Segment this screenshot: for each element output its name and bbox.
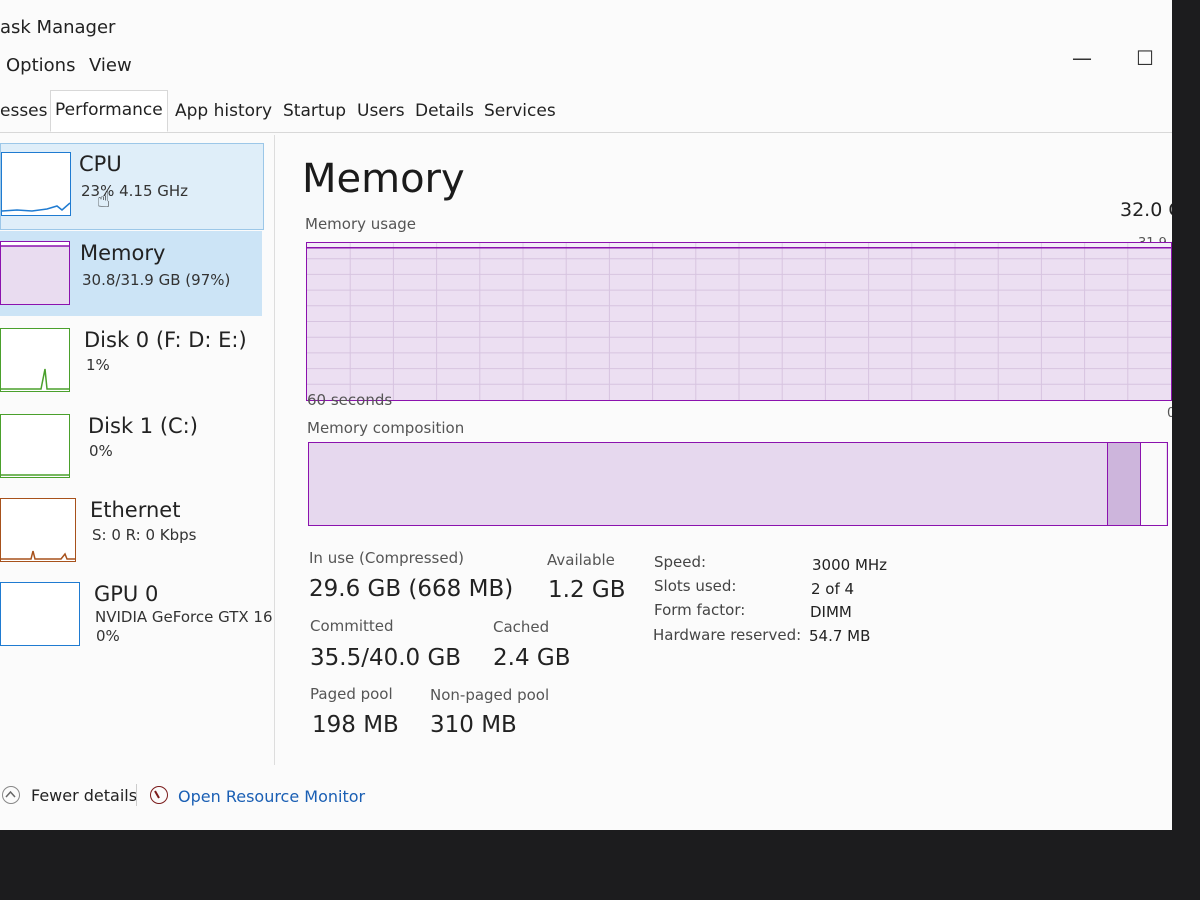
task-manager-window: ask Manager — ☐ Options View esses Perfo…: [0, 0, 1172, 830]
memory-usage-area: [307, 247, 1171, 400]
cpu-thumbnail-graph: [1, 152, 71, 216]
chevron-up-icon[interactable]: [2, 786, 20, 804]
gpu-thumbnail-graph: [0, 582, 80, 646]
sidebar-item-value: S: 0 R: 0 Kbps: [92, 526, 197, 544]
composition-in-use-segment[interactable]: [309, 443, 1107, 525]
minimize-button[interactable]: —: [1072, 46, 1092, 70]
cached-label: Cached: [493, 618, 550, 636]
ethernet-thumbnail-graph: [0, 498, 76, 562]
sidebar-item-disk-0[interactable]: Disk 0 (F: D: E:) 1%: [0, 320, 262, 405]
sidebar-item-ethernet[interactable]: Ethernet S: 0 R: 0 Kbps: [0, 490, 262, 575]
committed-value: 35.5/40.0 GB: [310, 645, 462, 671]
spec-form-factor-value: DIMM: [810, 603, 852, 621]
graph-min-label: 0: [1167, 406, 1172, 421]
sidebar-item-label: Memory: [80, 241, 166, 265]
in-use-value: 29.6 GB (668 MB): [309, 576, 514, 602]
tab-performance[interactable]: Performance: [50, 90, 168, 132]
maximize-button[interactable]: ☐: [1136, 46, 1154, 70]
menu-options[interactable]: Options: [6, 55, 75, 76]
sidebar-item-value: 0%: [89, 442, 113, 460]
memory-usage-graph: [306, 242, 1172, 401]
resource-monitor-icon: [150, 786, 168, 804]
composition-modified-segment[interactable]: [1106, 443, 1141, 525]
sidebar-item-cpu[interactable]: CPU 23% 4.15 GHz ☝: [0, 143, 264, 230]
sidebar-item-memory[interactable]: Memory 30.8/31.9 GB (97%): [0, 231, 262, 316]
sidebar-item-gpu-0[interactable]: GPU 0 NVIDIA GeForce GTX 16 0%: [0, 574, 273, 659]
memory-composition-label: Memory composition: [307, 419, 465, 437]
time-span-label: 60 seconds: [307, 391, 393, 409]
tab-services[interactable]: Services: [480, 92, 560, 130]
sidebar-item-label: Disk 1 (C:): [88, 414, 198, 438]
memory-thumbnail-graph: [0, 241, 70, 305]
disk1-thumbnail-graph: [0, 414, 70, 478]
paged-pool-label: Paged pool: [310, 685, 393, 703]
sidebar-item-value: NVIDIA GeForce GTX 16: [95, 608, 273, 626]
menu-view[interactable]: View: [89, 55, 132, 76]
non-paged-pool-label: Non-paged pool: [430, 686, 550, 704]
tab-users[interactable]: Users: [353, 92, 409, 130]
in-use-label: In use (Compressed): [309, 549, 464, 567]
tab-bar: esses Performance App history Startup Us…: [0, 90, 1172, 133]
sidebar-item-disk-1[interactable]: Disk 1 (C:) 0%: [0, 406, 262, 491]
available-label: Available: [547, 551, 615, 569]
spec-slots-value: 2 of 4: [811, 580, 855, 598]
paged-pool-value: 198 MB: [312, 712, 399, 738]
composition-standby-segment[interactable]: [1139, 443, 1166, 525]
sidebar-item-label: Disk 0 (F: D: E:): [84, 328, 247, 352]
cached-value: 2.4 GB: [493, 645, 571, 671]
sidebar-item-label: CPU: [79, 152, 122, 176]
page-title: Memory: [302, 156, 465, 202]
fewer-details-button[interactable]: Fewer details: [31, 786, 137, 805]
open-resource-monitor-link[interactable]: Open Resource Monitor: [178, 787, 365, 806]
sidebar-item-value: 1%: [86, 356, 110, 374]
panel-divider: [274, 135, 275, 765]
spec-slots-label: Slots used:: [654, 577, 737, 595]
total-memory: 32.0 GB: [1120, 199, 1172, 221]
footer-divider: [136, 784, 137, 806]
memory-usage-label: Memory usage: [305, 215, 417, 233]
tab-app-history[interactable]: App history: [171, 92, 276, 130]
tab-startup[interactable]: Startup: [279, 92, 350, 130]
tab-details[interactable]: Details: [411, 92, 478, 130]
sidebar-item-label: Ethernet: [90, 498, 181, 522]
spec-speed-value: 3000 MHz: [812, 556, 888, 574]
memory-usage-chart: [307, 243, 1171, 400]
hand-cursor-icon: ☝: [97, 188, 111, 213]
sidebar-item-value: 30.8/31.9 GB (97%): [82, 271, 231, 289]
committed-label: Committed: [310, 617, 394, 635]
sidebar-item-label: GPU 0: [94, 582, 159, 606]
non-paged-pool-value: 310 MB: [430, 712, 517, 738]
spec-hardware-reserved-value: 54.7 MB: [809, 627, 871, 645]
spec-hardware-reserved-label: Hardware reserved:: [653, 626, 802, 644]
window-title: ask Manager: [0, 17, 116, 38]
available-value: 1.2 GB: [548, 577, 626, 603]
spec-speed-label: Speed:: [654, 553, 707, 571]
memory-composition-bar: [308, 442, 1168, 526]
disk0-thumbnail-graph: [0, 328, 70, 392]
spec-form-factor-label: Form factor:: [654, 601, 746, 619]
tab-processes[interactable]: esses: [0, 92, 52, 130]
sidebar-item-value-2: 0%: [96, 627, 120, 645]
